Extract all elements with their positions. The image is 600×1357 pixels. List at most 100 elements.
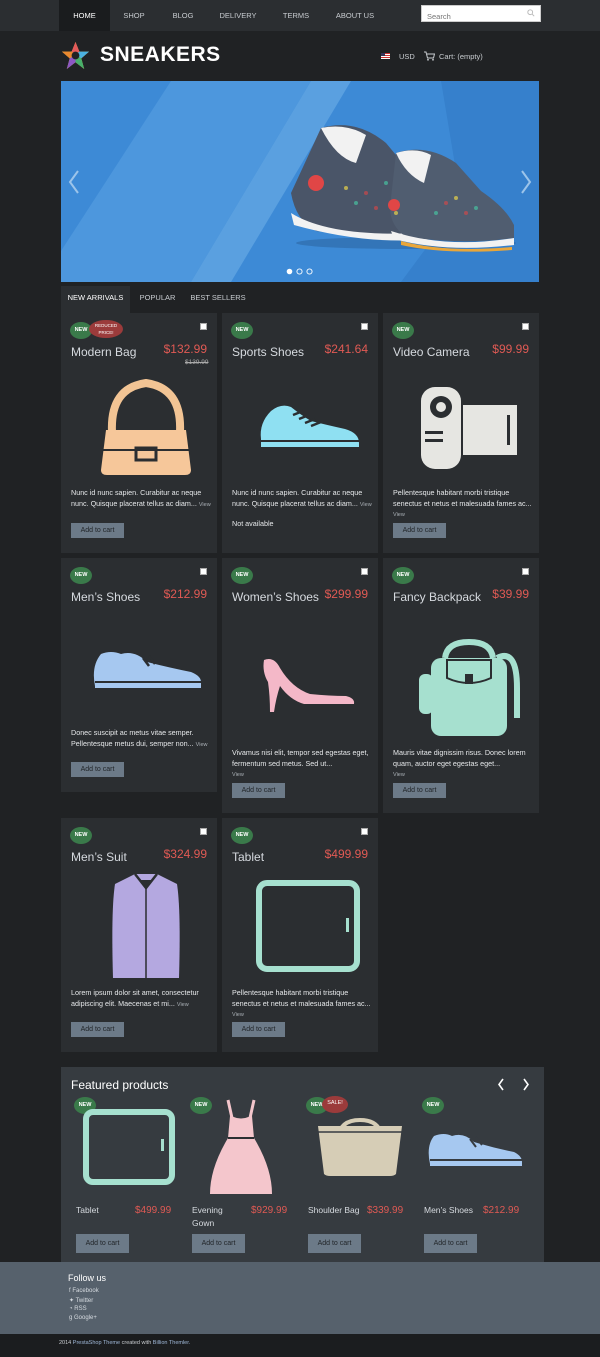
tab-best-sellers[interactable]: BEST SELLERS [187, 286, 249, 313]
rss-link[interactable]: ◔ RSS [69, 1306, 87, 1312]
mens-shoe-icon[interactable] [426, 1130, 524, 1168]
featured-product-name[interactable]: Shoulder Bag [308, 1204, 360, 1217]
high-heel-icon[interactable] [260, 656, 356, 714]
copyright-text: 2014 PrestaShop Theme created with Billi… [59, 1340, 191, 1346]
product-card[interactable]: NEW Men’s Suit $324.99 Lorem ipsum dolor… [61, 818, 217, 1052]
product-card[interactable]: NEW Tablet $499.99 Pellentesque habitant… [222, 818, 378, 1052]
add-to-cart-button[interactable]: Add to cart [192, 1234, 245, 1253]
reduced-price-badge: REDUCED PRICE! [89, 320, 123, 338]
currency-selector[interactable]: USD [399, 52, 415, 61]
product-card[interactable]: NEW Fancy Backpack $39.99 Mauris vitae d… [383, 558, 539, 813]
view-link[interactable]: View [177, 1002, 189, 1008]
slider-pagination[interactable] [286, 268, 314, 275]
nav-terms[interactable]: TERMS [276, 0, 316, 31]
compare-checkbox[interactable] [200, 323, 207, 330]
featured-next-icon[interactable] [522, 1078, 530, 1091]
tablet-icon[interactable] [83, 1109, 175, 1185]
sale-badge: SALE! [322, 1096, 348, 1113]
prestashop-link[interactable]: PrestaShop Theme [73, 1340, 120, 1346]
add-to-cart-button[interactable]: Add to cart [393, 783, 446, 798]
facebook-link[interactable]: f Facebook [69, 1288, 99, 1294]
product-card[interactable]: NEW Video Camera $99.99 Pellentesque hab… [383, 313, 539, 553]
slider-next-icon[interactable] [520, 169, 532, 195]
product-description: Pellentesque habitant morbi tristique se… [393, 488, 532, 518]
featured-product-price: $339.99 [367, 1205, 404, 1216]
nav-delivery[interactable]: DELIVERY [216, 0, 260, 31]
us-flag-icon [381, 53, 390, 59]
product-description: Vivamus nisi elit, tempor sed egestas eg… [232, 748, 369, 778]
compare-checkbox[interactable] [200, 568, 207, 575]
author-link[interactable]: Billion Themler. [153, 1340, 191, 1346]
dress-icon[interactable] [208, 1098, 274, 1196]
compare-checkbox[interactable] [522, 568, 529, 575]
add-to-cart-button[interactable]: Add to cart [71, 1022, 124, 1037]
compare-checkbox[interactable] [200, 828, 207, 835]
add-to-cart-button[interactable]: Add to cart [232, 783, 285, 798]
nav-blog[interactable]: BLOG [165, 0, 201, 31]
hero-slider [61, 81, 539, 282]
tab-popular[interactable]: POPULAR [133, 286, 182, 313]
sneaker-icon[interactable] [255, 401, 361, 451]
featured-product-name[interactable]: Evening Gown [192, 1204, 232, 1229]
featured-product-price: $212.99 [483, 1205, 520, 1216]
cart-icon[interactable] [424, 51, 435, 61]
availability-status: Not available [232, 519, 274, 528]
shoulder-bag-icon[interactable] [316, 1118, 404, 1178]
mens-shoe-icon[interactable] [91, 646, 203, 690]
nav-home[interactable]: HOME [59, 0, 110, 31]
logo-star-icon[interactable] [61, 41, 90, 70]
featured-prev-icon[interactable] [497, 1078, 505, 1091]
tablet-icon[interactable] [256, 880, 360, 972]
nav-about-us[interactable]: ABOUT US [331, 0, 379, 31]
add-to-cart-button[interactable]: Add to cart [308, 1234, 361, 1253]
add-to-cart-button[interactable]: Add to cart [71, 762, 124, 777]
slider-prev-icon[interactable] [68, 169, 80, 195]
product-card[interactable]: NEW REDUCED PRICE! Modern Bag $132.99 $1… [61, 313, 217, 553]
featured-product-name[interactable]: Men’s Shoes [424, 1204, 473, 1217]
bag-icon[interactable] [98, 378, 194, 478]
featured-product-name[interactable]: Tablet [76, 1204, 99, 1217]
compare-checkbox[interactable] [361, 828, 368, 835]
product-price: $324.99 [163, 847, 207, 861]
google-plus-link[interactable]: g Google+ [69, 1315, 97, 1321]
brand-logo[interactable]: SNEAKERS [100, 43, 221, 67]
view-link[interactable]: View [393, 512, 405, 518]
product-card[interactable]: NEW Sports Shoes $241.64 Nunc id nunc sa… [222, 313, 378, 553]
add-to-cart-button[interactable]: Add to cart [232, 1022, 285, 1037]
suit-icon[interactable] [111, 870, 181, 980]
product-price: $241.64 [324, 342, 368, 356]
backpack-icon[interactable] [417, 638, 521, 738]
google-plus-icon: g [69, 1315, 73, 1321]
product-price: $99.99 [492, 342, 529, 356]
nav-shop[interactable]: SHOP [115, 0, 153, 31]
view-link[interactable]: View [196, 742, 208, 748]
product-card[interactable]: NEW Women’s Shoes $299.99 Vivamus nisi e… [222, 558, 378, 813]
cart-summary[interactable]: Cart: (empty) [439, 52, 483, 61]
compare-checkbox[interactable] [361, 568, 368, 575]
view-link[interactable]: View [199, 502, 211, 508]
new-badge: NEW [231, 827, 253, 844]
add-to-cart-button[interactable]: Add to cart [71, 523, 124, 538]
tab-new-arrivals[interactable]: NEW ARRIVALS [61, 286, 130, 313]
view-link[interactable]: View [393, 772, 405, 778]
product-card[interactable]: NEW Men’s Shoes $212.99 Donec suscipit a… [61, 558, 217, 792]
twitter-link[interactable]: ✦ Twitter [69, 1297, 93, 1304]
video-camera-icon[interactable] [419, 379, 519, 473]
add-to-cart-button[interactable]: Add to cart [424, 1234, 477, 1253]
search-input[interactable] [422, 9, 522, 24]
product-description: Pellentesque habitant morbi tristique se… [232, 988, 371, 1018]
compare-checkbox[interactable] [361, 323, 368, 330]
new-badge: NEW [392, 322, 414, 339]
top-navigation: HOME SHOP BLOG DELIVERY TERMS ABOUT US [0, 0, 600, 31]
view-link[interactable]: View [360, 502, 372, 508]
product-description: Lorem ipsum dolor sit amet, consectetur … [71, 988, 199, 1008]
search-icon[interactable] [527, 9, 535, 17]
search-box [421, 5, 541, 24]
add-to-cart-button[interactable]: Add to cart [393, 523, 446, 538]
new-badge: NEW [231, 322, 253, 339]
view-link[interactable]: View [232, 1012, 244, 1018]
product-description: Donec suscipit ac metus vitae semper. Pe… [71, 728, 208, 748]
view-link[interactable]: View [232, 772, 244, 778]
compare-checkbox[interactable] [522, 323, 529, 330]
add-to-cart-button[interactable]: Add to cart [76, 1234, 129, 1253]
